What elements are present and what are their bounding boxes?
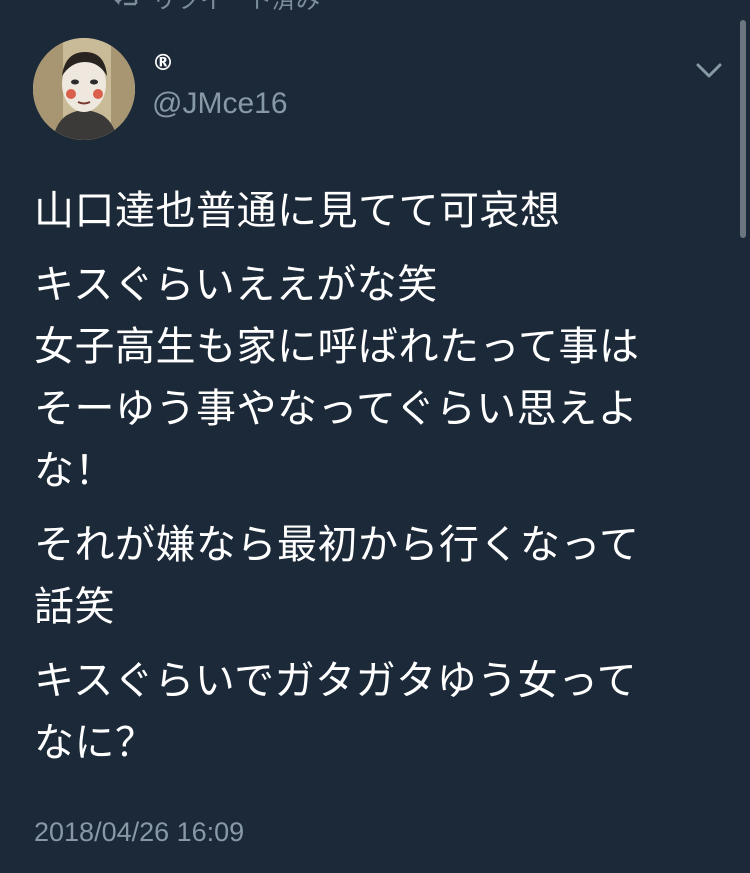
retweet-label: リツイート済み — [152, 0, 320, 15]
tweet-line: 女子高生も家に呼ばれたって事は — [34, 324, 640, 370]
tweet-paragraph: それが嫌なら最初から行くなって 話笑 — [34, 514, 724, 638]
display-name[interactable]: ® — [152, 50, 174, 78]
tweet-timestamp[interactable]: 2018/04/26 16:09 — [34, 812, 244, 852]
tweet-line: 山口達也普通に見てて可哀想 — [34, 188, 561, 234]
chevron-down-icon[interactable] — [692, 56, 726, 86]
tweet-detail-page: リツイート済み ® @JMce16 山口達也普通に見てて可哀想 キスぐらいええ — [0, 0, 750, 873]
tweet-paragraph: キスぐらいでガタガタゆう女って なに？ — [34, 650, 724, 774]
retweet-icon — [112, 0, 142, 8]
tweet-line: キスぐらいでガタガタゆう女って — [34, 658, 638, 704]
user-handle[interactable]: @JMce16 — [152, 86, 288, 122]
tweet-paragraph: 山口達也普通に見てて可哀想 — [34, 180, 724, 242]
tweet-line: なに？ — [34, 720, 156, 766]
retweet-indicator[interactable]: リツイート済み — [112, 0, 320, 15]
scrollbar[interactable] — [740, 20, 746, 238]
tweet-line: それが嫌なら最初から行くなって — [34, 522, 640, 568]
tweet-text: 山口達也普通に見てて可哀想 キスぐらいええがな笑 女子高生も家に呼ばれたって事は… — [34, 180, 724, 786]
tweet-line: 話笑 — [34, 584, 115, 630]
tweet-line: な！ — [34, 448, 115, 494]
tweet-line: そーゆう事やなってぐらい思えよ — [34, 386, 639, 432]
tweet-paragraph: キスぐらいええがな笑 女子高生も家に呼ばれたって事は そーゆう事やなってぐらい思… — [34, 254, 724, 502]
avatar[interactable] — [33, 38, 135, 140]
tweet-line: キスぐらいええがな笑 — [34, 262, 438, 308]
